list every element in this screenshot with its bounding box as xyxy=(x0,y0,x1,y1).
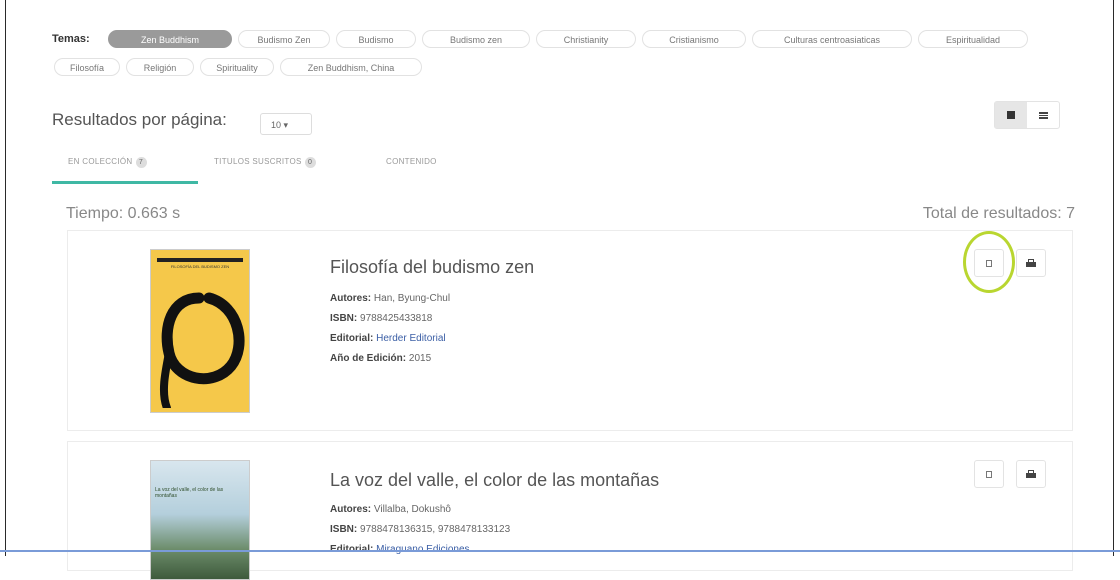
topic-chip[interactable]: Culturas centroasiaticas xyxy=(752,30,912,48)
topic-chip[interactable]: Budismo Zen xyxy=(238,30,330,48)
tab-titulos-suscritos[interactable]: TITULOS SUSCRITOS 0 xyxy=(214,157,316,168)
isbn-row: ISBN: 9788425433818 xyxy=(330,309,450,329)
tab-label: EN COLECCIÓN xyxy=(68,157,133,166)
total-results: Total de resultados: 7 xyxy=(922,205,1075,222)
topic-chip[interactable]: Filosofía xyxy=(54,58,120,76)
book-meta: Autores: Han, Byung-Chul ISBN: 978842543… xyxy=(330,289,450,369)
active-tab-indicator xyxy=(52,181,198,184)
topic-chip[interactable]: Spirituality xyxy=(200,58,274,76)
isbn-value: 9788478136315, 9788478133123 xyxy=(360,524,511,535)
year-value: 2015 xyxy=(408,353,432,364)
isbn-label: ISBN: xyxy=(330,524,358,535)
view-toggle xyxy=(994,101,1060,129)
tab-label: TITULOS SUSCRITOS xyxy=(214,157,302,166)
list-view-icon xyxy=(1038,111,1048,119)
topics-label: Temas: xyxy=(52,33,90,45)
authors-row: Autores: Han, Byung-Chul xyxy=(330,289,450,309)
topic-chip[interactable]: Budismo xyxy=(336,30,416,48)
highlight-annotation xyxy=(963,231,1015,293)
year-row: Año de Edición: 2015 xyxy=(330,349,450,369)
isbn-value: 9788425433818 xyxy=(360,313,433,324)
publisher-row: Editorial: Herder Editorial xyxy=(330,329,450,349)
print-icon xyxy=(1026,470,1036,478)
view-document-button[interactable] xyxy=(974,460,1004,488)
isbn-row: ISBN: 9788478136315, 9788478133123 xyxy=(330,520,510,540)
topic-chip[interactable]: Christianity xyxy=(536,30,636,48)
topic-chip[interactable]: Budismo zen xyxy=(422,30,530,48)
book-title[interactable]: Filosofía del budismo zen xyxy=(330,257,534,278)
isbn-label: ISBN: xyxy=(330,313,358,324)
cover-band xyxy=(157,258,243,262)
result-card: FILOSOFÍA DEL BUDISMO ZEN Filosofía del … xyxy=(67,230,1073,431)
tab-label: CONTENIDO xyxy=(386,157,437,166)
tab-count-badge: 7 xyxy=(135,157,147,168)
topic-chip[interactable]: Religión xyxy=(126,58,194,76)
cover-title: La voz del valle, el color de las montañ… xyxy=(155,487,224,499)
print-button[interactable] xyxy=(1016,460,1046,488)
authors-value[interactable]: Villalba, Dokushô xyxy=(374,504,451,515)
tab-contenido[interactable]: CONTENIDO xyxy=(386,157,437,166)
book-cover[interactable]: La voz del valle, el color de las montañ… xyxy=(150,460,250,580)
window-bottom-edge xyxy=(0,550,1120,552)
list-view-button[interactable] xyxy=(1027,102,1059,128)
grid-view-icon xyxy=(1007,111,1015,119)
grid-view-button[interactable] xyxy=(995,102,1027,128)
print-icon xyxy=(1026,259,1036,267)
book-title[interactable]: La voz del valle, el color de las montañ… xyxy=(330,470,659,491)
topic-chip-zen-buddhism[interactable]: Zen Buddhism xyxy=(108,30,232,48)
tab-count-badge: 0 xyxy=(304,157,316,168)
topic-chip[interactable]: Cristianismo xyxy=(642,30,746,48)
authors-row: Autores: Villalba, Dokushô xyxy=(330,500,510,520)
enso-circle-icon xyxy=(159,292,245,408)
authors-label: Autores: xyxy=(330,293,372,304)
document-icon xyxy=(986,470,992,478)
publisher-value[interactable]: Herder Editorial xyxy=(376,333,445,344)
year-label: Año de Edición: xyxy=(330,353,407,364)
book-cover[interactable]: FILOSOFÍA DEL BUDISMO ZEN xyxy=(150,249,250,413)
print-button[interactable] xyxy=(1016,249,1046,277)
results-per-page-select[interactable]: 10 ▾ xyxy=(260,113,312,135)
tab-en-coleccion[interactable]: EN COLECCIÓN 7 xyxy=(68,157,147,168)
authors-label: Autores: xyxy=(330,504,372,515)
topic-chip[interactable]: Zen Buddhism, China xyxy=(280,58,422,76)
search-time: Tiempo: 0.663 s xyxy=(66,205,181,222)
topic-chip[interactable]: Espiritualidad xyxy=(918,30,1028,48)
authors-value[interactable]: Han, Byung-Chul xyxy=(374,293,450,304)
results-per-page-label: Resultados por página: xyxy=(52,110,227,129)
publisher-label: Editorial: xyxy=(330,333,374,344)
